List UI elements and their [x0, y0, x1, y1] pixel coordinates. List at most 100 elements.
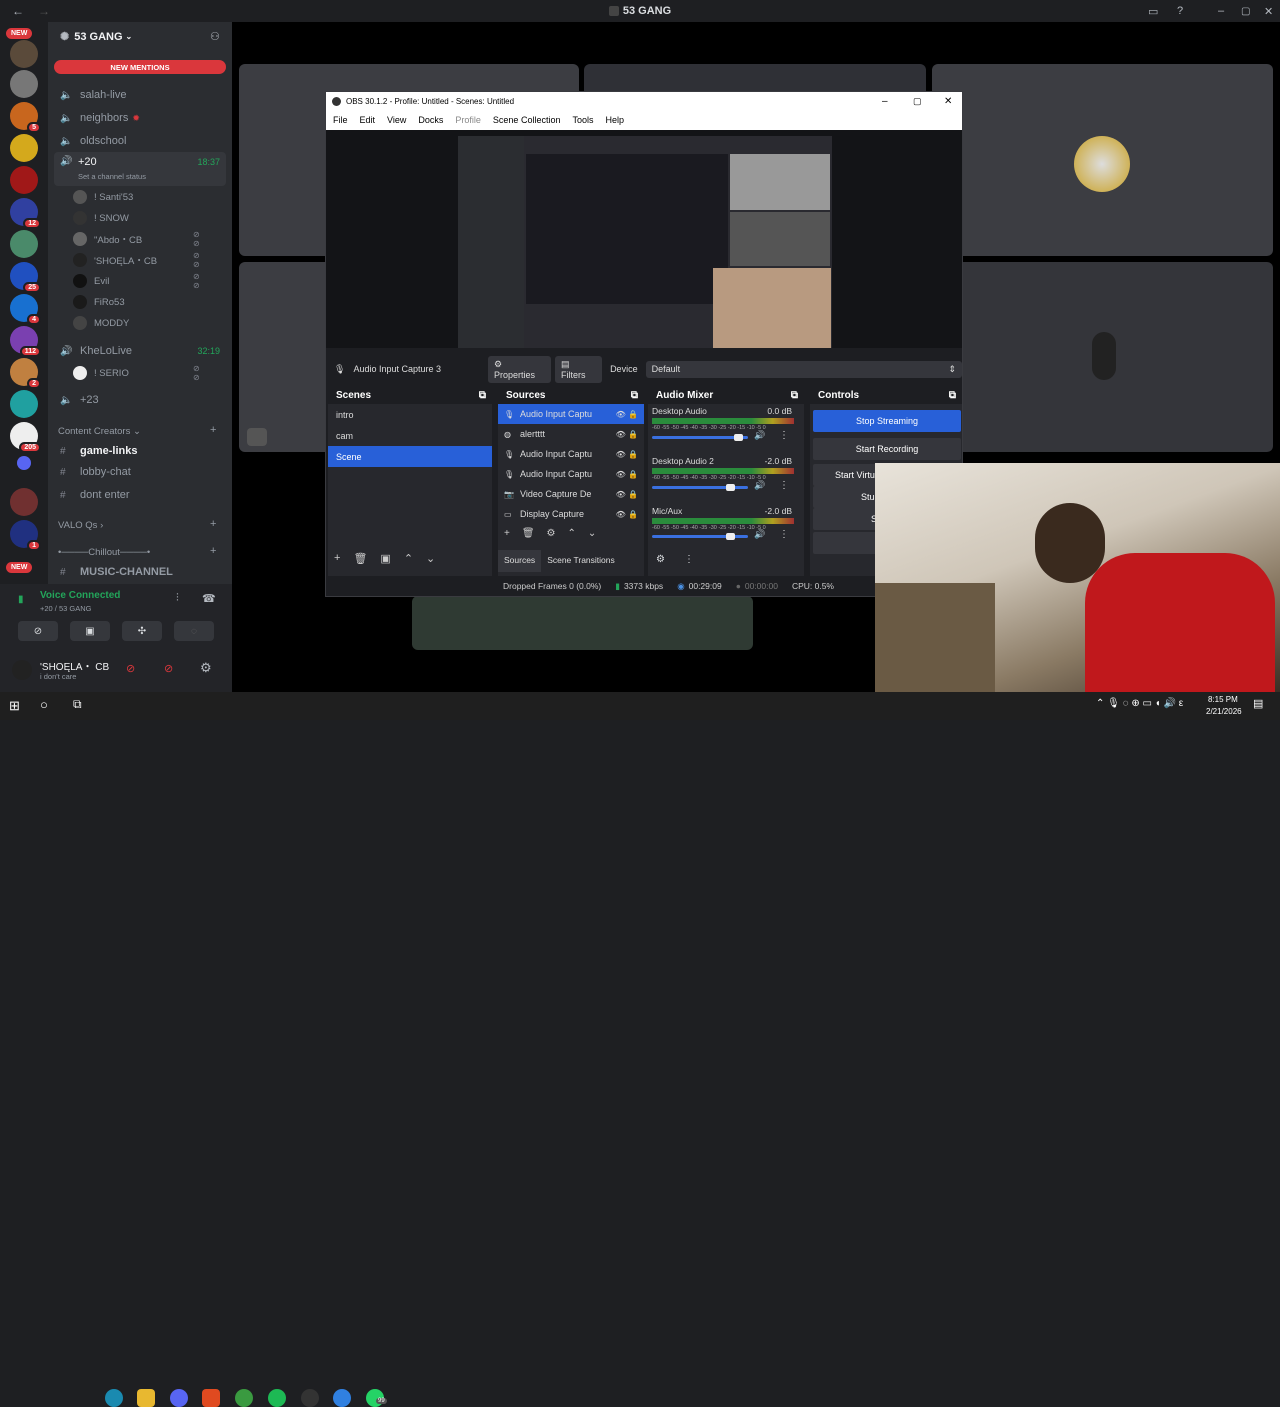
server-icon[interactable]: 112 — [10, 326, 41, 357]
app-icon[interactable] — [333, 1389, 351, 1407]
server-icon[interactable] — [10, 166, 38, 194]
eye-icon[interactable]: 👁 🔒 — [616, 510, 638, 519]
participant-tile[interactable] — [932, 262, 1273, 452]
new-mentions-banner[interactable]: NEW MENTIONS — [54, 60, 226, 74]
voice-channel-oldschool[interactable]: 🔈 oldschool — [56, 131, 224, 151]
participant-tile[interactable] — [412, 596, 753, 650]
server-icon[interactable]: 12 — [10, 198, 41, 229]
mixer-settings-icon[interactable]: ⚙ — [656, 554, 665, 565]
text-channel-lobby-chat[interactable]: # lobby-chat — [56, 462, 224, 482]
screen-share-button[interactable]: ▣ — [70, 621, 110, 641]
volume-knob[interactable] — [726, 533, 735, 540]
volume-slider[interactable] — [652, 434, 748, 441]
discord-icon[interactable] — [170, 1389, 188, 1407]
scene-item[interactable]: intro — [328, 404, 492, 425]
help-icon[interactable]: ? — [1177, 5, 1183, 17]
server-icon[interactable]: 1 — [10, 520, 41, 551]
eye-icon[interactable]: 👁 🔒 — [616, 490, 638, 499]
arrow-down-icon[interactable]: ⌄ — [588, 528, 596, 539]
server-icon[interactable]: 5 — [10, 102, 41, 133]
category-header[interactable]: VALO Qs › — [58, 520, 103, 531]
close-button[interactable]: ✕ — [1264, 5, 1273, 18]
voice-user[interactable]: FiRo53 — [73, 293, 125, 311]
participant-tile[interactable] — [932, 64, 1273, 256]
voice-user[interactable]: 'SHOĘLA・CB ⊘ ⊘ — [73, 251, 200, 269]
undock-icon[interactable]: ⧉ — [791, 390, 798, 401]
clock-date[interactable]: 2/21/2026 — [1206, 707, 1242, 716]
source-item[interactable]: 🎙 Audio Input Captu 👁 🔒 — [498, 404, 644, 424]
eye-icon[interactable]: 👁 🔒 — [616, 450, 638, 459]
arrow-up-icon[interactable]: ⌃ — [568, 528, 576, 539]
soundboard-icon[interactable]: ⫶ — [176, 592, 179, 605]
scene-item-selected[interactable]: Scene — [328, 446, 492, 467]
start-recording-button[interactable]: Start Recording — [813, 438, 961, 460]
category-header[interactable]: •────Chillout────• — [58, 547, 150, 558]
soundboard-button[interactable]: ◌ — [174, 621, 214, 641]
speaker-icon[interactable]: 🔊 — [754, 480, 765, 491]
voice-channel-salah-live[interactable]: 🔈 salah-live — [56, 85, 224, 105]
server-header[interactable]: ✺ 53 GANG ⌄ — [60, 30, 132, 44]
voice-channel-23[interactable]: 🔈 +23 — [56, 390, 224, 410]
whatsapp-icon[interactable]: 99 — [366, 1389, 387, 1407]
source-item[interactable]: 🎙 Audio Input Captu 👁 🔒 — [498, 464, 644, 484]
obs-minimize-button[interactable]: – — [882, 96, 888, 107]
menu-docks[interactable]: Docks — [418, 115, 443, 125]
volume-slider[interactable] — [652, 484, 748, 491]
spotify-icon[interactable] — [268, 1389, 286, 1407]
obs-maximize-button[interactable]: ▢ — [913, 96, 922, 107]
volume-knob[interactable] — [726, 484, 735, 491]
mic-muted-icon[interactable]: ⊘ — [126, 662, 135, 675]
disconnect-icon[interactable]: ☎ — [202, 592, 216, 605]
server-icon[interactable]: 4 — [10, 294, 41, 325]
voice-channel-active[interactable]: 🔊 +20 18:37 Set a channel status — [54, 152, 226, 186]
eye-icon[interactable]: 👁 🔒 — [616, 410, 638, 419]
inbox-icon[interactable]: ▭ — [1148, 5, 1158, 18]
server-icon[interactable] — [10, 488, 38, 516]
text-channel-music[interactable]: # MUSIC-CHANNEL — [56, 562, 224, 582]
server-icon[interactable] — [10, 70, 38, 98]
menu-view[interactable]: View — [387, 115, 406, 125]
folder-icon[interactable] — [17, 456, 31, 470]
notification-icon[interactable]: ▤ — [1253, 697, 1263, 710]
search-icon[interactable]: ○ — [40, 697, 48, 712]
settings-gear-icon[interactable]: ⚙ — [200, 660, 212, 676]
edge-icon[interactable] — [105, 1389, 123, 1407]
avatar[interactable] — [12, 660, 32, 680]
voice-channel-neighbors[interactable]: 🔈 neighbors ✹ — [56, 108, 224, 128]
server-icon[interactable] — [10, 134, 38, 162]
category-header[interactable]: Content Creators ⌄ — [58, 426, 141, 437]
obs-close-button[interactable]: ✕ — [944, 96, 952, 107]
add-channel-icon[interactable]: + — [210, 545, 216, 557]
tab-sources[interactable]: Sources — [498, 550, 542, 572]
undock-icon[interactable]: ⧉ — [631, 390, 638, 401]
menu-scene-collection[interactable]: Scene Collection — [493, 115, 561, 125]
gear-icon[interactable]: ⚙ — [547, 528, 556, 539]
deafened-icon[interactable]: ⊘ — [164, 662, 173, 675]
stream-icon[interactable] — [247, 428, 267, 446]
speaker-icon[interactable]: 🔊 — [754, 529, 765, 540]
text-channel-dont-enter[interactable]: # dont enter — [56, 485, 224, 505]
task-view-icon[interactable]: ⧉ — [73, 697, 82, 712]
add-icon[interactable]: + — [334, 552, 340, 565]
tray-icons[interactable]: ⌃ 🎙 ◌ ⊕ ▭ ◖ 🔊 ε — [1096, 698, 1183, 709]
properties-button[interactable]: ⚙ Properties — [487, 355, 551, 383]
voice-user[interactable]: ! Santi'53 — [73, 188, 133, 206]
arrow-down-icon[interactable]: ⌄ — [426, 552, 435, 565]
eye-icon[interactable]: 👁 🔒 — [616, 470, 638, 479]
source-item[interactable]: 📷 Video Capture De 👁 🔒 — [498, 484, 644, 504]
minimize-button[interactable]: – — [1218, 5, 1224, 17]
menu-edit[interactable]: Edit — [360, 115, 376, 125]
server-icon[interactable]: 2 — [10, 358, 41, 389]
device-select[interactable]: Default ⇕ — [645, 360, 963, 378]
obs-icon[interactable] — [301, 1389, 319, 1407]
source-item[interactable]: 🎙 Audio Input Captu 👁 🔒 — [498, 444, 644, 464]
add-channel-icon[interactable]: + — [210, 518, 216, 530]
camera-off-button[interactable]: ⊘ — [18, 621, 58, 641]
voice-user[interactable]: "Abdo・CB ⊘ ⊘ — [73, 230, 200, 248]
filters-button[interactable]: ▤ Filters — [554, 355, 603, 383]
trash-icon[interactable]: 🗑 — [522, 528, 535, 539]
stop-streaming-button[interactable]: Stop Streaming — [813, 410, 961, 432]
add-channel-icon[interactable]: + — [210, 424, 216, 436]
text-channel-game-links[interactable]: # game-links — [56, 441, 224, 461]
menu-file[interactable]: File — [333, 115, 348, 125]
